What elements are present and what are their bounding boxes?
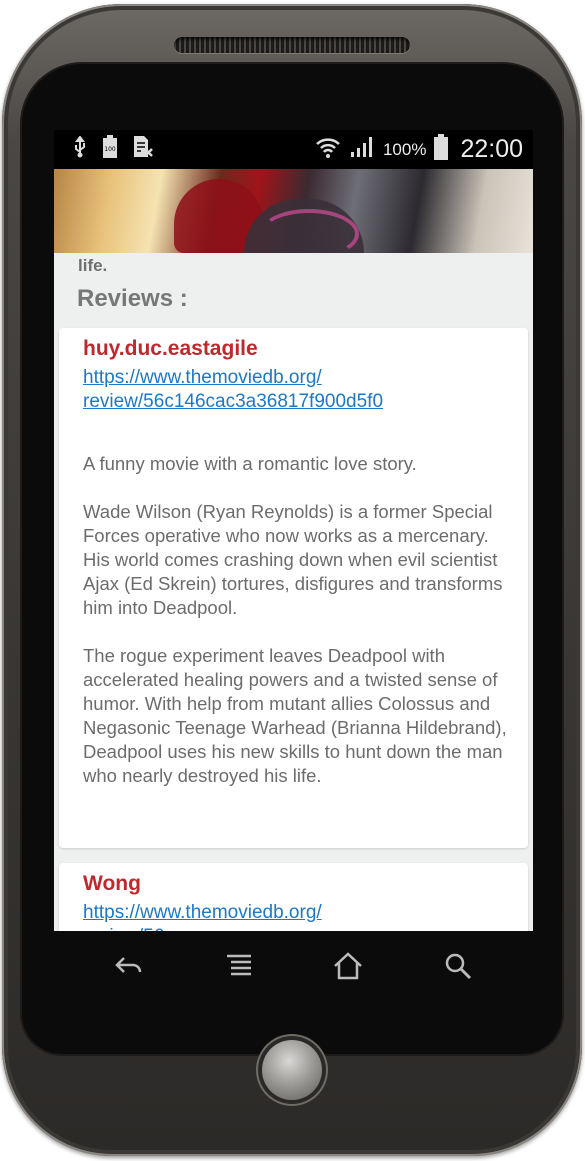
signal-icon xyxy=(349,136,375,163)
reviews-heading: Reviews : xyxy=(77,285,188,312)
overview-text-tail: life. xyxy=(78,256,108,275)
battery-icon xyxy=(434,134,449,165)
battery-full-icon: 100 xyxy=(102,135,118,164)
wifi-icon xyxy=(315,135,341,164)
search-icon xyxy=(444,952,472,985)
menu-icon xyxy=(225,954,253,983)
review-author: Wong xyxy=(83,872,141,895)
usb-icon xyxy=(72,135,88,163)
hardware-home-button[interactable] xyxy=(262,1040,322,1100)
review-content: A funny movie with a romantic love story… xyxy=(83,453,507,786)
home-nav-button[interactable] xyxy=(318,938,378,998)
movie-backdrop-image xyxy=(54,169,533,259)
review-author: huy.duc.eastagile xyxy=(83,337,258,360)
status-bar: 100 100% 22:00 xyxy=(54,130,533,169)
sim-missing-icon xyxy=(132,135,154,164)
back-icon xyxy=(114,954,144,983)
earpiece-speaker xyxy=(174,37,410,53)
review-link[interactable]: https://www.themoviedb.org/ review/56c..… xyxy=(83,901,513,931)
battery-percent: 100% xyxy=(382,139,427,159)
navigation-bar xyxy=(54,931,533,1005)
status-time: 22:00 xyxy=(460,135,523,163)
screen: 100 100% 22:00 life. Reviews : huy.duc.e… xyxy=(54,130,533,931)
review-card: huy.duc.eastagile https://www.themoviedb… xyxy=(59,328,528,848)
review-card: Wong https://www.themoviedb.org/ review/… xyxy=(59,863,528,931)
search-button[interactable] xyxy=(428,938,488,998)
menu-button[interactable] xyxy=(209,938,269,998)
svg-text:100: 100 xyxy=(104,146,116,153)
back-button[interactable] xyxy=(99,938,159,998)
review-link[interactable]: https://www.themoviedb.org/ review/56c14… xyxy=(83,366,513,414)
home-icon xyxy=(333,951,363,985)
